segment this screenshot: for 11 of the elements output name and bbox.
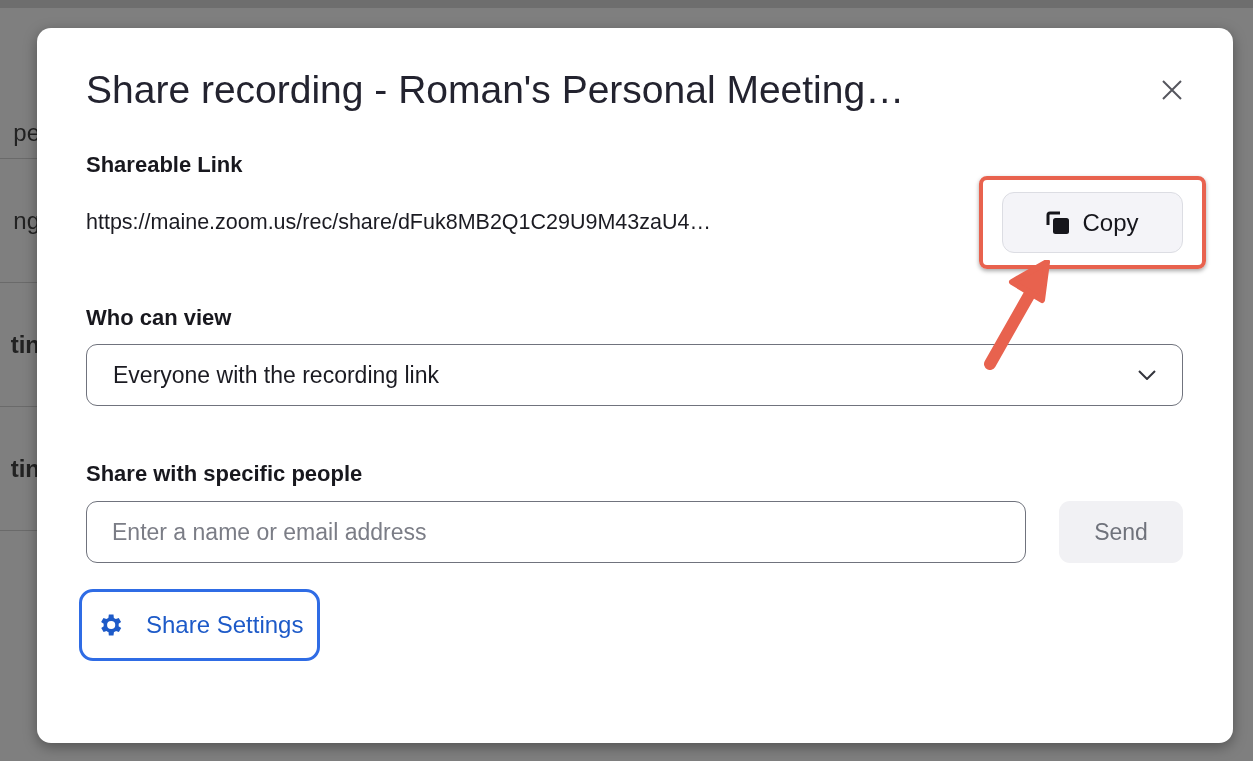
dialog-title: Share recording - Roman's Personal Meeting…: [86, 68, 905, 112]
share-settings-button[interactable]: Share Settings: [79, 589, 321, 661]
copy-icon: [1046, 210, 1071, 235]
share-people-label: Share with specific people: [86, 461, 364, 487]
copy-button[interactable]: Copy: [1002, 192, 1183, 253]
view-permission-dropdown[interactable]: Everyone with the recording link: [86, 344, 1183, 406]
who-can-view-label: Who can view: [86, 305, 233, 331]
people-input-field[interactable]: Enter a name or email address: [86, 501, 1026, 563]
chevron-down-icon: [1138, 370, 1156, 380]
shareable-link-label: Shareable Link: [86, 152, 244, 178]
close-icon: [1161, 79, 1183, 101]
